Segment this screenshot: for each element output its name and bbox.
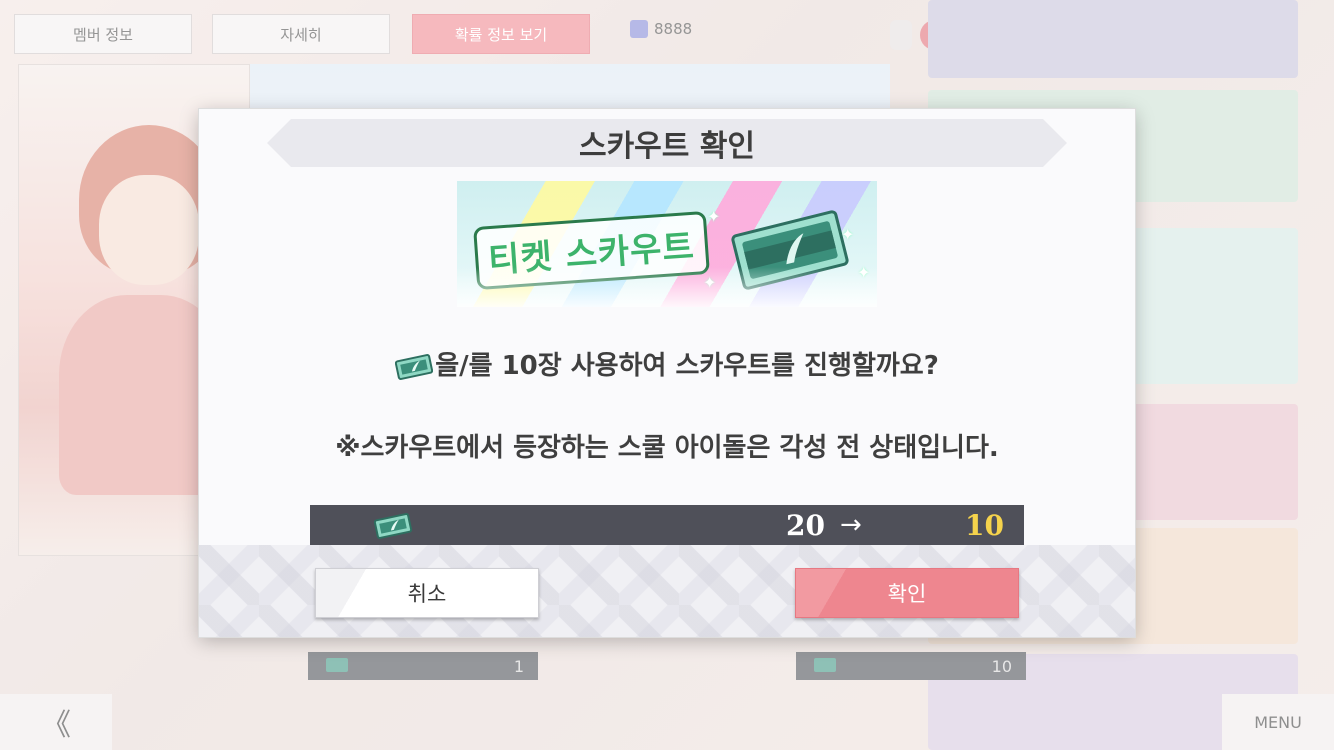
ticket-icon (395, 353, 434, 380)
confirm-message: 을/를 10장 사용하여 스카우트를 진행할까요? (199, 345, 1135, 382)
ticket-count-before: 20 (786, 508, 825, 542)
banner-fade (457, 267, 877, 307)
sparkle-icon: ✦ (707, 207, 721, 226)
ticket-scout-banner: 티켓 스카우트 ✦ ✦ ✦ ✦ (457, 181, 877, 307)
cancel-button[interactable]: 취소 (315, 568, 539, 618)
ticket-icon (374, 513, 412, 539)
confirm-message-text: 을/를 10장 사용하여 스카우트를 진행할까요? (435, 351, 939, 381)
confirm-button[interactable]: 확인 (795, 568, 1019, 618)
ticket-count-bar: 20 → 10 (310, 505, 1024, 545)
dialog-title: 스카우트 확인 (578, 129, 756, 164)
sparkle-icon: ✦ (841, 225, 855, 244)
scout-confirm-dialog: 스카우트 확인 티켓 스카우트 ✦ ✦ ✦ ✦ 을/를 10장 사용하여 스카우… (199, 109, 1135, 637)
ticket-count-after: 10 (965, 508, 1004, 542)
awakening-note: ※스카우트에서 등장하는 스쿨 아이돌은 각성 전 상태입니다. (335, 433, 999, 463)
arrow-right-icon: → (840, 510, 862, 540)
